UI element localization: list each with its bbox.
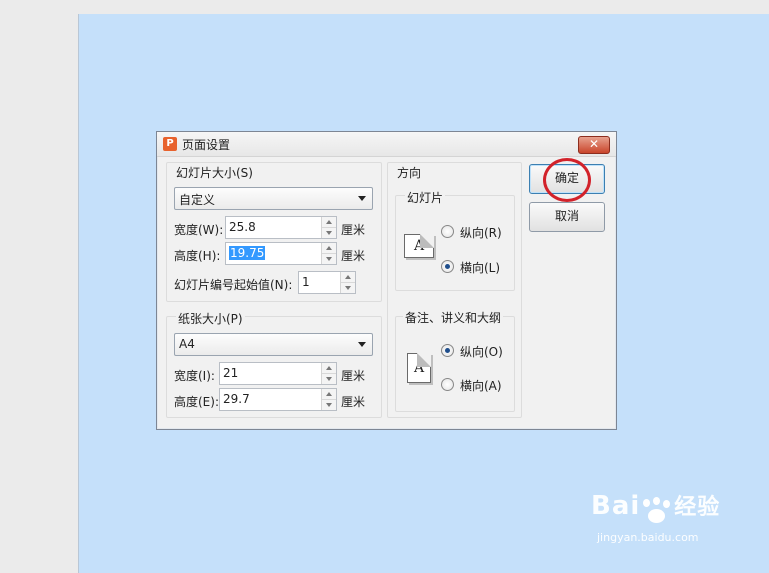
paper-height-unit: 厘米 xyxy=(341,395,366,409)
decrement-button[interactable] xyxy=(322,400,336,410)
slides-orientation-label: 幻灯片 xyxy=(405,189,446,206)
slide-size-value: 自定义 xyxy=(179,193,216,207)
landscape-page-icon: A xyxy=(404,234,434,258)
close-button[interactable]: ✕ xyxy=(578,136,610,154)
paper-size-value: A4 xyxy=(179,337,195,351)
paper-width-unit: 厘米 xyxy=(341,369,366,383)
annotation-circle xyxy=(543,158,591,202)
notes-orientation-label: 备注、讲义和大纲 xyxy=(403,309,504,326)
paper-height-value: 29.7 xyxy=(223,392,250,406)
chevron-down-icon xyxy=(358,342,366,347)
notes-landscape-label[interactable]: 横向(A) xyxy=(460,377,502,394)
decrement-button[interactable] xyxy=(322,228,336,238)
watermark-logo-text: Bai xyxy=(591,491,641,521)
slides-landscape-label[interactable]: 横向(L) xyxy=(460,259,500,276)
paper-height-field[interactable]: 29.7 xyxy=(219,388,337,411)
slide-width-field[interactable]: 25.8 xyxy=(225,216,337,239)
increment-button[interactable] xyxy=(322,217,336,228)
notes-landscape-radio[interactable] xyxy=(441,378,454,391)
slide-width-unit: 厘米 xyxy=(341,223,366,237)
close-icon: ✕ xyxy=(588,137,600,151)
paper-width-value: 21 xyxy=(223,366,239,380)
dialog-titlebar: P 页面设置 ✕ xyxy=(157,132,616,157)
increment-button[interactable] xyxy=(322,363,336,374)
increment-button[interactable] xyxy=(322,389,336,400)
slide-height-unit: 厘米 xyxy=(341,249,366,263)
notes-portrait-radio[interactable] xyxy=(441,344,454,357)
dialog-title: 页面设置 xyxy=(182,138,231,152)
orientation-label: 方向 xyxy=(397,166,422,180)
watermark-url: jingyan.baidu.com xyxy=(597,530,699,544)
slide-height-label: 高度(H): xyxy=(174,249,221,263)
paper-height-label: 高度(E): xyxy=(174,395,219,409)
slide-size-select[interactable]: 自定义 xyxy=(174,187,373,210)
decrement-button[interactable] xyxy=(341,283,355,293)
slide-height-field[interactable]: 19.75 xyxy=(225,242,337,265)
start-number-field[interactable]: 1 xyxy=(298,271,356,294)
chevron-down-icon xyxy=(358,196,366,201)
slide-size-label: 幻灯片大小(S) xyxy=(176,166,253,180)
wps-presentation-icon: P xyxy=(163,137,177,151)
slide-width-value: 25.8 xyxy=(229,220,256,234)
decrement-button[interactable] xyxy=(322,374,336,384)
paper-size-label: 纸张大小(P) xyxy=(176,310,245,327)
increment-button[interactable] xyxy=(322,243,336,254)
slides-landscape-radio[interactable] xyxy=(441,260,454,273)
slide-height-value: 19.75 xyxy=(229,246,266,260)
slides-portrait-label[interactable]: 纵向(R) xyxy=(460,224,502,241)
paw-logo-icon xyxy=(640,496,674,525)
paper-size-select[interactable]: A4 xyxy=(174,333,373,356)
slide-width-label: 宽度(W): xyxy=(174,223,224,237)
decrement-button[interactable] xyxy=(322,254,336,264)
start-number-label: 幻灯片编号起始值(N): xyxy=(174,278,293,292)
slides-portrait-radio[interactable] xyxy=(441,225,454,238)
increment-button[interactable] xyxy=(341,272,355,283)
notes-portrait-label[interactable]: 纵向(O) xyxy=(460,343,503,360)
paper-width-field[interactable]: 21 xyxy=(219,362,337,385)
cancel-button[interactable]: 取消 xyxy=(529,202,605,232)
paper-width-label: 宽度(I): xyxy=(174,369,215,383)
portrait-page-icon: A xyxy=(407,353,431,383)
baidu-jingyan-watermark: Bai 经验 jingyan.baidu.com xyxy=(591,489,720,544)
start-number-value: 1 xyxy=(302,275,310,289)
watermark-logo-suffix: 经验 xyxy=(674,495,721,520)
